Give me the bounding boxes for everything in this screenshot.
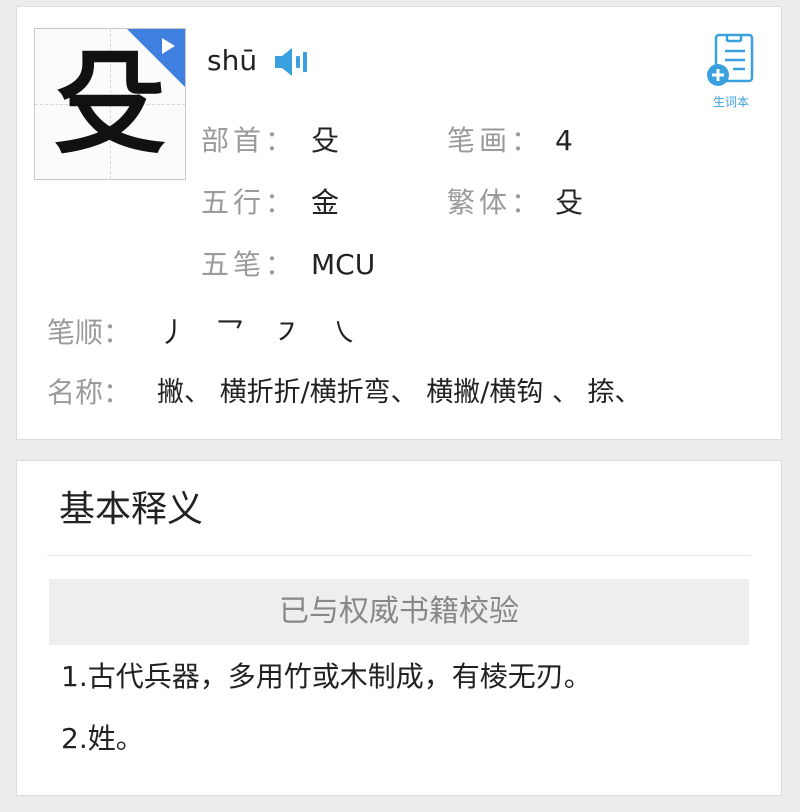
stroke-names-label: 名称： bbox=[47, 376, 132, 409]
five-elements-value: 金 bbox=[311, 186, 340, 219]
traditional-value: 殳 bbox=[555, 186, 584, 219]
wubi-row: 五笔： MCU bbox=[201, 247, 375, 283]
verified-banner: 已与权威书籍校验 bbox=[49, 579, 749, 645]
character-writing-box[interactable]: 殳 bbox=[34, 28, 186, 180]
stroke-count-value: 4 bbox=[555, 124, 573, 157]
radical-value: 殳 bbox=[311, 124, 340, 157]
notebook-add-icon bbox=[707, 33, 754, 86]
play-stroke-animation-button[interactable] bbox=[127, 29, 185, 87]
wubi-label: 五笔： bbox=[201, 248, 298, 281]
traditional-label: 繁体： bbox=[447, 186, 544, 219]
play-icon bbox=[162, 38, 175, 54]
stroke-count-label: 笔画： bbox=[447, 124, 544, 157]
vocabulary-label: 生词本 bbox=[712, 95, 749, 109]
divider bbox=[47, 555, 751, 556]
stroke-glyph: ㇏ bbox=[329, 316, 358, 349]
character-card: 殳 shū 生词本 部首： 殳 笔画： 4 五行： 金 繁体： 殳 五笔： MC… bbox=[16, 6, 782, 440]
stroke-order-label: 笔顺： bbox=[47, 316, 132, 349]
stroke-names-text: 撇、 横折折/横折弯、 横撇/横钩 、 捺、 bbox=[157, 377, 642, 408]
definition-item: 2.姓。 bbox=[61, 722, 144, 755]
five-elements-label: 五行： bbox=[201, 186, 298, 219]
radical-row: 部首： 殳 bbox=[201, 123, 339, 159]
stroke-names-row: 名称： 撇、 横折折/横折弯、 横撇/横钩 、 捺、 bbox=[47, 375, 642, 411]
pinyin-text: shū bbox=[207, 44, 258, 77]
stroke-glyph: 乛 bbox=[215, 316, 244, 349]
traditional-row: 繁体： 殳 bbox=[447, 185, 583, 221]
stroke-count-row: 笔画： 4 bbox=[447, 123, 573, 159]
five-elements-row: 五行： 金 bbox=[201, 185, 339, 221]
add-to-vocabulary-button[interactable]: 生词本 bbox=[705, 31, 757, 109]
stroke-order-list: 丿 乛 ㇇ ㇏ bbox=[159, 315, 378, 351]
speaker-icon[interactable] bbox=[275, 47, 313, 77]
stroke-glyph: 丿 bbox=[159, 316, 188, 349]
definition-item: 1.古代兵器，多用竹或木制成，有棱无刃。 bbox=[61, 660, 592, 693]
definition-title: 基本释义 bbox=[59, 489, 204, 530]
stroke-order-row: 笔顺： 丿 乛 ㇇ ㇏ bbox=[47, 315, 358, 351]
wubi-value: MCU bbox=[311, 248, 376, 281]
radical-label: 部首： bbox=[201, 124, 298, 157]
stroke-glyph: ㇇ bbox=[272, 316, 301, 349]
definition-card: 基本释义 已与权威书籍校验 1.古代兵器，多用竹或木制成，有棱无刃。 2.姓。 bbox=[16, 460, 782, 796]
